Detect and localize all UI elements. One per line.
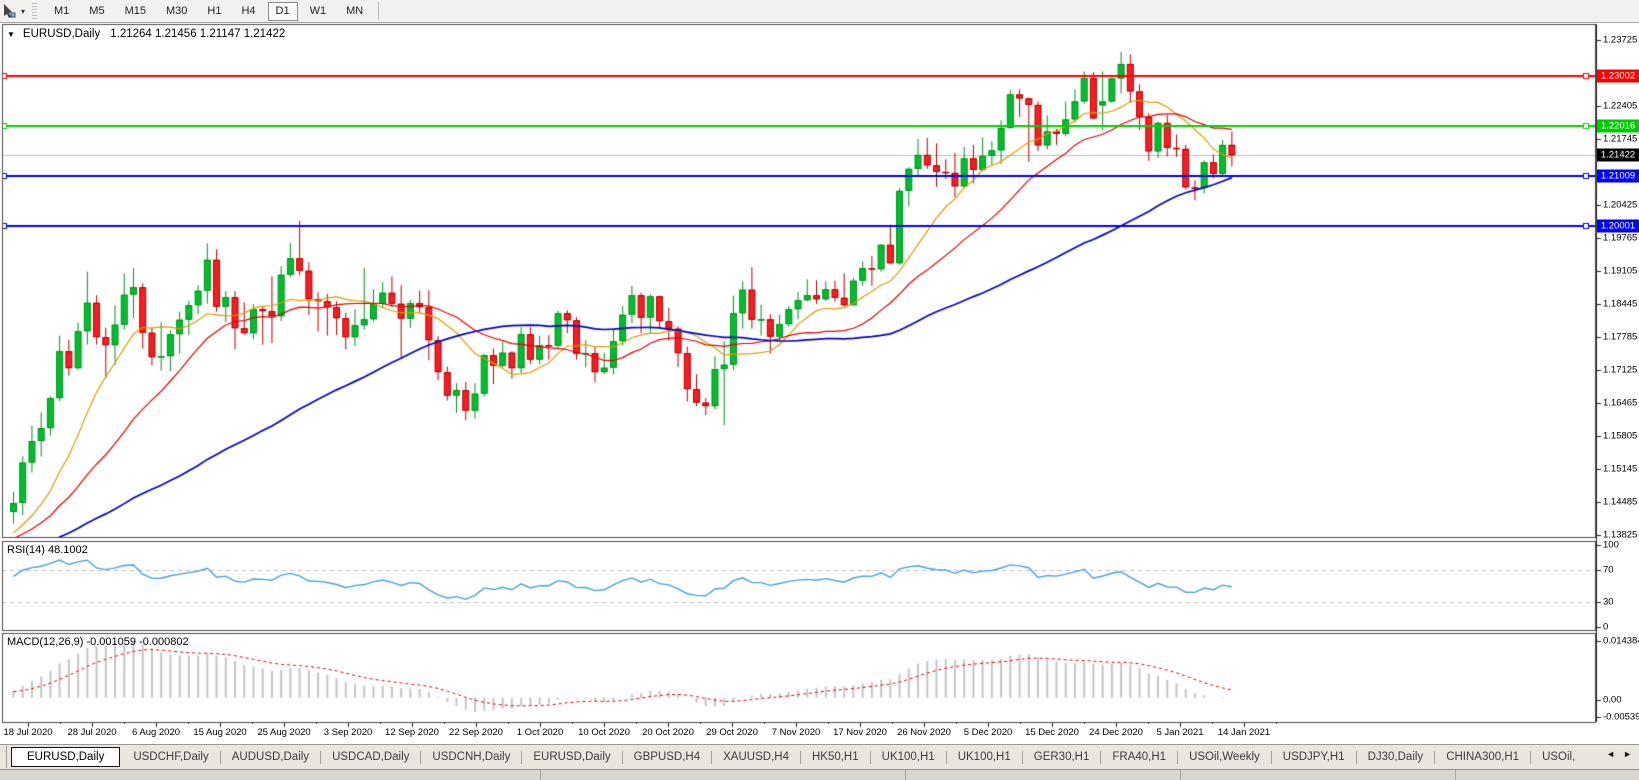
date-label: 17 Nov 2020 bbox=[833, 727, 887, 738]
rsi-tick-label: 70 bbox=[1603, 564, 1614, 575]
date-label: 15 Aug 2020 bbox=[193, 727, 246, 738]
date-label: 12 Sep 2020 bbox=[385, 727, 439, 738]
price-line-badge: 1.23002 bbox=[1597, 70, 1639, 83]
chart-symbol-period: EURUSD,Daily bbox=[23, 28, 100, 40]
status-strip bbox=[0, 769, 1639, 780]
price-tick-label: 1.20425 bbox=[1603, 200, 1637, 211]
rsi-tick-label: 30 bbox=[1603, 597, 1614, 608]
chart-tab-5[interactable]: EURUSD,Daily bbox=[522, 747, 621, 767]
chart-tab-13[interactable]: USOil,Weekly bbox=[1178, 747, 1271, 767]
rsi-indicator-label: RSI(14) 48.1002 bbox=[7, 544, 88, 556]
date-label: 29 Oct 2020 bbox=[706, 727, 758, 738]
date-label: 15 Dec 2020 bbox=[1025, 727, 1079, 738]
chart-tab-12[interactable]: FRA40,H1 bbox=[1101, 747, 1177, 767]
date-label: 10 Oct 2020 bbox=[578, 727, 630, 738]
chart-tab-9[interactable]: UK100,H1 bbox=[871, 747, 946, 767]
price-tick-label: 1.15805 bbox=[1603, 430, 1637, 441]
date-label: 3 Sep 2020 bbox=[324, 727, 373, 738]
price-tick-label: 1.23725 bbox=[1603, 35, 1637, 46]
date-label: 6 Aug 2020 bbox=[132, 727, 180, 738]
price-tick-label: 1.16465 bbox=[1603, 397, 1637, 408]
chart-tab-7[interactable]: XAUUSD,H4 bbox=[712, 747, 800, 767]
chart-surface[interactable] bbox=[0, 0, 1639, 744]
tabs-scroll-right-button[interactable]: ► bbox=[1623, 749, 1632, 759]
chart-tab-bar: EURUSD,DailyUSDCHF,DailyAUDUSD,DailyUSDC… bbox=[0, 744, 1639, 769]
chart-tab-4[interactable]: USDCNH,Daily bbox=[421, 747, 521, 767]
chart-tab-17[interactable]: USOil, bbox=[1531, 747, 1586, 767]
mt4-window: ▾ M1M5M15M30H1H4D1W1MN ▼ EURUSD,Daily 1.… bbox=[0, 0, 1639, 780]
chart-title: ▼ EURUSD,Daily 1.21264 1.21456 1.21147 1… bbox=[7, 28, 285, 40]
price-tick-label: 1.18445 bbox=[1603, 298, 1637, 309]
date-label: 18 Jul 2020 bbox=[3, 727, 52, 738]
chart-tab-2[interactable]: AUDUSD,Daily bbox=[221, 747, 320, 767]
chart-tab-11[interactable]: GER30,H1 bbox=[1023, 747, 1101, 767]
macd-indicator-label: MACD(12,26,9) -0.001059 -0.000802 bbox=[7, 636, 189, 648]
date-label: 25 Aug 2020 bbox=[257, 727, 310, 738]
date-label: 7 Nov 2020 bbox=[772, 727, 821, 738]
chart-tab-8[interactable]: HK50,H1 bbox=[801, 747, 870, 767]
price-tick-label: 1.17785 bbox=[1603, 331, 1637, 342]
date-label: 26 Nov 2020 bbox=[897, 727, 951, 738]
one-click-trading-icon[interactable]: ▼ bbox=[7, 30, 15, 39]
macd-tick-label: 0.014384 bbox=[1603, 636, 1639, 647]
date-label: 20 Oct 2020 bbox=[642, 727, 694, 738]
price-tick-label: 1.21745 bbox=[1603, 134, 1637, 145]
price-tick-label: 1.19105 bbox=[1603, 266, 1637, 277]
date-label: 5 Jan 2021 bbox=[1156, 727, 1203, 738]
chart-tab-6[interactable]: GBPUSD,H4 bbox=[623, 747, 711, 767]
rsi-tick-label: 100 bbox=[1603, 540, 1619, 551]
price-tick-label: 1.15145 bbox=[1603, 463, 1637, 474]
price-line-badge: 1.21422 bbox=[1597, 149, 1639, 162]
price-line-badge: 1.20001 bbox=[1597, 220, 1639, 233]
price-tick-label: 1.19765 bbox=[1603, 233, 1637, 244]
rsi-tick-label: 0 bbox=[1603, 622, 1608, 633]
chart-tab-14[interactable]: USDJPY,H1 bbox=[1272, 747, 1356, 767]
date-label: 24 Dec 2020 bbox=[1089, 727, 1143, 738]
date-label: 1 Oct 2020 bbox=[517, 727, 563, 738]
date-label: 28 Jul 2020 bbox=[67, 727, 116, 738]
chart-ohlc-values: 1.21264 1.21456 1.21147 1.21422 bbox=[110, 28, 285, 40]
price-line-badge: 1.22016 bbox=[1597, 119, 1639, 132]
date-label: 5 Dec 2020 bbox=[964, 727, 1013, 738]
tab-stub bbox=[0, 746, 7, 768]
chart-tab-10[interactable]: UK100,H1 bbox=[947, 747, 1022, 767]
date-label: 22 Sep 2020 bbox=[449, 727, 503, 738]
status-separator bbox=[540, 770, 541, 780]
price-tick-label: 1.14485 bbox=[1603, 496, 1637, 507]
status-separator bbox=[1180, 770, 1181, 780]
tabs-scroll-left-button[interactable]: ◄ bbox=[1606, 749, 1615, 759]
price-tick-label: 1.22405 bbox=[1603, 101, 1637, 112]
chart-tab-1[interactable]: USDCHF,Daily bbox=[122, 747, 219, 767]
macd-tick-label: -0.005396 bbox=[1603, 712, 1639, 723]
chart-tab-3[interactable]: USDCAD,Daily bbox=[321, 747, 420, 767]
chart-tab-16[interactable]: CHINA300,H1 bbox=[1435, 747, 1530, 767]
chart-tab-0[interactable]: EURUSD,Daily bbox=[11, 747, 120, 767]
chart-tab-15[interactable]: DJ30,Daily bbox=[1357, 747, 1435, 767]
price-line-badge: 1.21009 bbox=[1597, 169, 1639, 182]
date-label: 14 Jan 2021 bbox=[1218, 727, 1270, 738]
macd-tick-label: 0.00 bbox=[1603, 695, 1622, 706]
status-separator bbox=[905, 770, 906, 780]
price-tick-label: 1.17125 bbox=[1603, 364, 1637, 375]
status-separator bbox=[1455, 770, 1456, 780]
